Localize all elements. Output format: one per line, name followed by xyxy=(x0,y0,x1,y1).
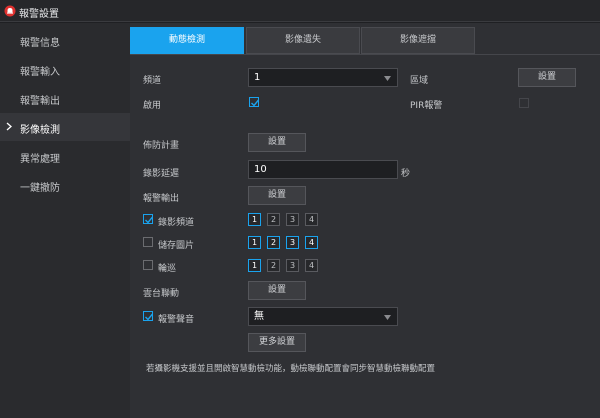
tour-channel-4[interactable]: 4 xyxy=(305,259,318,272)
tab-divider xyxy=(130,54,600,55)
sidebar-item-label: 報警輸入 xyxy=(20,67,60,78)
alarm-sound-value: 無 xyxy=(254,311,264,322)
enable-checkbox[interactable] xyxy=(249,97,260,107)
tour-checkbox[interactable] xyxy=(143,260,153,270)
record-channel-4[interactable]: 4 xyxy=(305,213,318,226)
ptz-setup-button[interactable]: 設置 xyxy=(248,281,306,300)
ptz-label: 雲台聯動 xyxy=(143,289,180,299)
tab-video-loss[interactable]: 影像遺失 xyxy=(246,27,360,54)
record-channel-1[interactable]: 1 xyxy=(248,213,261,226)
channel-label: 頻道 xyxy=(143,76,162,86)
tour-channel-2[interactable]: 2 xyxy=(267,259,280,272)
tour-label: 輪巡 xyxy=(158,264,177,274)
record-channel-2[interactable]: 2 xyxy=(267,213,280,226)
alarm-output-setup-button[interactable]: 設置 xyxy=(248,186,306,205)
checkmark-icon xyxy=(251,99,260,107)
tab-motion-detect[interactable]: 動態檢測 xyxy=(130,27,244,54)
snapshot-channel-1[interactable]: 1 xyxy=(248,236,261,249)
tour-channel-1[interactable]: 1 xyxy=(248,259,261,272)
record-channel-checkbox[interactable] xyxy=(143,214,154,224)
chevron-down-icon xyxy=(384,315,391,320)
sidebar: 報警信息 報警輸入 報警輸出 影像檢測 異常處理 一鍵撤防 xyxy=(0,23,130,418)
sidebar-item-alarm-output[interactable]: 報警輸出 xyxy=(0,84,130,112)
alarm-sound-select[interactable]: 無 xyxy=(248,307,398,326)
sync-note: 若攝影機支援並且開啟智慧動檢功能，動檢聯動配置會同步智慧動檢聯動配置 xyxy=(146,364,436,374)
sidebar-item-alarm-info[interactable]: 報警信息 xyxy=(0,26,130,54)
delay-input[interactable]: 10 xyxy=(248,160,398,179)
more-settings-button[interactable]: 更多設置 xyxy=(248,333,306,352)
sidebar-item-label: 影像檢測 xyxy=(20,125,60,136)
chevron-down-icon xyxy=(384,76,391,81)
sidebar-item-label: 報警輸出 xyxy=(20,96,60,107)
region-label: 區域 xyxy=(410,76,429,86)
delay-unit: 秒 xyxy=(401,169,411,179)
sidebar-item-video-detect[interactable]: 影像檢測 xyxy=(0,113,130,141)
checkmark-icon xyxy=(145,313,154,321)
pir-checkbox[interactable] xyxy=(519,98,529,108)
snapshot-checkbox[interactable] xyxy=(143,237,153,247)
channel-value: 1 xyxy=(254,72,261,83)
snapshot-channel-3[interactable]: 3 xyxy=(286,236,299,249)
schedule-setup-button[interactable]: 設置 xyxy=(248,133,306,152)
region-setup-button[interactable]: 設置 xyxy=(518,68,576,87)
sidebar-item-abnormality[interactable]: 異常處理 xyxy=(0,142,130,170)
alarm-sound-checkbox[interactable] xyxy=(143,311,154,321)
alarm-output-label: 報警輸出 xyxy=(143,194,180,204)
tour-channel-3[interactable]: 3 xyxy=(286,259,299,272)
alarm-sound-label: 報警聲音 xyxy=(158,315,195,325)
delay-label: 錄影延遲 xyxy=(143,169,180,179)
tab-tampering[interactable]: 影像遮擋 xyxy=(361,27,475,54)
delay-value: 10 xyxy=(254,164,267,175)
snapshot-label: 儲存圖片 xyxy=(158,241,195,251)
window-title: 報警設置 xyxy=(19,9,59,20)
alarm-bell-icon xyxy=(4,5,16,17)
sidebar-item-label: 報警信息 xyxy=(20,38,60,49)
sidebar-item-one-key-disarm[interactable]: 一鍵撤防 xyxy=(0,171,130,199)
checkmark-icon xyxy=(145,216,154,224)
snapshot-channel-2[interactable]: 2 xyxy=(267,236,280,249)
enable-label: 啟用 xyxy=(143,101,162,111)
chevron-right-icon xyxy=(6,122,12,131)
sidebar-item-alarm-input[interactable]: 報警輸入 xyxy=(0,55,130,83)
pir-label: PIR報警 xyxy=(410,101,443,111)
schedule-label: 佈防計畫 xyxy=(143,141,180,151)
record-channel-label: 錄影頻道 xyxy=(158,218,195,228)
sidebar-item-label: 異常處理 xyxy=(20,154,60,165)
channel-select[interactable]: 1 xyxy=(248,68,398,87)
snapshot-channel-4[interactable]: 4 xyxy=(305,236,318,249)
title-bar: 報警設置 xyxy=(0,0,600,22)
record-channel-3[interactable]: 3 xyxy=(286,213,299,226)
sidebar-item-label: 一鍵撤防 xyxy=(20,183,60,194)
